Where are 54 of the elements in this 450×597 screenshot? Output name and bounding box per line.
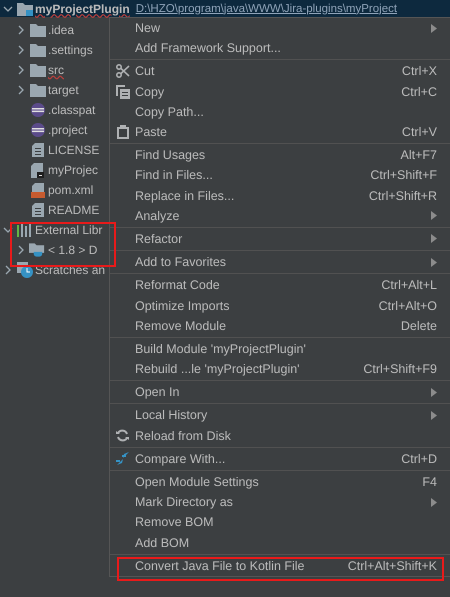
tree-item-label: pom.xml [48, 183, 94, 197]
menu-item-label: Build Module 'myProjectPlugin' [135, 342, 307, 356]
tree-item-label: .idea [48, 23, 74, 37]
menu-item-label: Rebuild ...le 'myProjectPlugin' [135, 362, 301, 376]
menu-item-label: Reformat Code [135, 278, 221, 292]
shortcut-label: Ctrl+Alt+O [378, 298, 437, 313]
shortcut-label: Ctrl+V [402, 125, 437, 140]
tree-item-label: LICENSE [48, 143, 100, 157]
shortcut-label: Ctrl+Alt+L [381, 278, 437, 292]
menu-item-label: Find in Files... [135, 168, 214, 182]
tree-item-label: < 1.8 > D [48, 243, 98, 257]
menu-item-label: Add BOM [135, 536, 190, 550]
tree-item-label: External Libr [35, 223, 102, 237]
shortcut-label: Ctrl+C [401, 84, 437, 99]
menu-item-label: Analyze [135, 208, 180, 223]
menu-item-label: Paste [135, 125, 168, 140]
menu-item-label: New [135, 21, 162, 36]
tree-item-label: .settings [48, 43, 93, 57]
shortcut-label: Ctrl+Shift+F9 [363, 362, 437, 376]
menu-item-label: Copy Path... [135, 104, 205, 119]
shortcut-label: F4 [422, 475, 437, 490]
menu-item-label: Replace in Files... [135, 188, 236, 203]
menu-item-label: Compare With... [135, 452, 226, 466]
shortcut-label: Ctrl+D [401, 452, 437, 466]
tree-item-label: .project [48, 123, 88, 137]
menu-item-label: Add to Favorites [135, 255, 228, 270]
shortcut-label: Ctrl+Alt+Shift+K [348, 558, 437, 573]
tree-item-label: README [48, 203, 100, 217]
shortcut-label: Delete [400, 318, 437, 333]
menu-item-label: Convert Java File to Kotlin File [135, 558, 306, 573]
menu-item-label: Add Framework Support... [135, 41, 282, 56]
menu-item-label: Open In [135, 385, 180, 400]
tree-item-label: target [48, 83, 79, 97]
tree-item-label: Scratches an [35, 263, 106, 277]
shortcut-label: Ctrl+Shift+R [368, 188, 437, 203]
shortcut-label: Ctrl+X [402, 64, 437, 78]
tree-item-label: src [48, 63, 64, 77]
menu-item-label: Local History [135, 408, 208, 422]
tree-item-label: myProjectPlugin [35, 2, 130, 16]
tree-item-label: myProjec [48, 163, 98, 177]
menu-item-label: Reload from Disk [135, 428, 232, 443]
menu-item-label: Find Usages [135, 148, 206, 162]
menu-item-label: Remove BOM [135, 515, 214, 530]
menu-item-label: Copy [135, 84, 166, 99]
menu-item-label: Refactor [135, 232, 184, 246]
tree-item-label: .classpat [48, 103, 96, 117]
shortcut-label: Ctrl+Shift+F [370, 168, 437, 182]
menu-item-label: Mark Directory as [135, 495, 234, 510]
project-path: D:\HZO\program\java\WWW\Jira-plugins\myProject [136, 2, 398, 14]
menu-item-label: Optimize Imports [135, 298, 230, 313]
menu-item-label: Cut [135, 64, 156, 78]
menu-item-label: Open Module Settings [135, 475, 260, 490]
shortcut-label: Alt+F7 [400, 148, 437, 162]
menu-item-label: Remove Module [135, 318, 228, 333]
